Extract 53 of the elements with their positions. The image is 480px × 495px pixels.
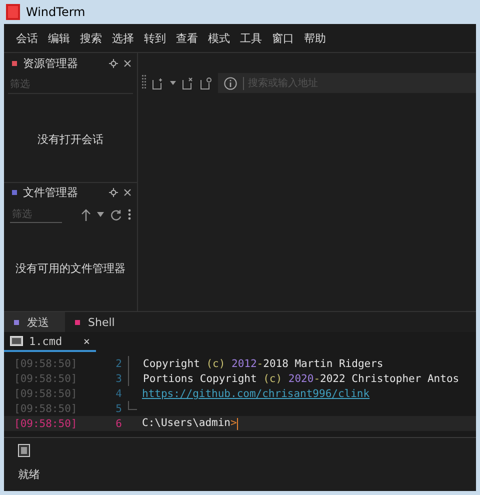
menu-item[interactable]: 选择 (112, 30, 134, 46)
close-tab-icon[interactable] (182, 76, 194, 90)
menu-item[interactable]: 会话 (16, 30, 38, 46)
app-logo-icon (6, 4, 20, 20)
menu-item[interactable]: 工具 (240, 30, 262, 46)
terminal-output: C:\Users\admin> (141, 417, 238, 430)
tab-label: 发送 (27, 314, 49, 330)
terminal-output: https://github.com/chrisant996/clink (141, 388, 370, 400)
status-text: 就绪 (18, 467, 41, 482)
panel-title: 文件管理器 (23, 185, 79, 200)
info-icon[interactable] (224, 76, 237, 90)
panel-tab[interactable]: 发送 (4, 312, 65, 332)
line-number: 3 (114, 372, 122, 384)
line-number: 6 (114, 418, 122, 430)
empty-message: 没有打开会话 (38, 132, 104, 147)
terminal-output: Copyright (c) 2012-2018 Martin Ridgers (142, 358, 384, 370)
menu-item[interactable]: 查看 (176, 30, 198, 46)
duplicate-tab-icon[interactable] (200, 76, 212, 90)
refresh-icon[interactable] (110, 208, 122, 220)
settings-icon[interactable] (109, 58, 118, 68)
up-arrow-icon[interactable] (81, 208, 91, 222)
timestamp: [09:58:50] (13, 358, 78, 370)
timestamp: [09:58:50] (13, 388, 78, 400)
caret-icon[interactable] (97, 212, 104, 217)
line-number: 4 (114, 388, 122, 400)
timestamp: [09:58:50] (13, 402, 78, 414)
panel-title: 资源管理器 (23, 56, 79, 70)
close-button[interactable]: × (83, 334, 90, 348)
line-number: 5 (114, 402, 122, 414)
menu-item[interactable]: 窗口 (272, 30, 294, 46)
line-number: 2 (114, 358, 122, 370)
caret-icon[interactable] (170, 81, 176, 85)
close-icon[interactable] (124, 189, 131, 196)
window-title: WindTerm (26, 5, 86, 19)
terminal-icon (10, 336, 23, 346)
drag-handle-icon[interactable] (142, 75, 146, 91)
menu-item[interactable]: 帮助 (304, 30, 326, 46)
menu-item[interactable]: 模式 (208, 30, 230, 46)
window-icon[interactable] (18, 444, 30, 457)
menu-item[interactable]: 编辑 (48, 30, 70, 46)
timestamp: [09:58:50] (13, 372, 78, 384)
tab-label: 1.cmd (29, 334, 62, 348)
terminal-output: Portions Copyright (c) 2020-2022 Christopher Antos (142, 372, 460, 384)
menu-item[interactable]: 转到 (144, 30, 166, 46)
menu-item[interactable]: 搜索 (80, 30, 102, 46)
close-icon[interactable] (124, 60, 131, 66)
empty-message: 没有可用的文件管理器 (16, 261, 126, 276)
tab-label: Shell (88, 316, 115, 328)
timestamp: [09:58:50] (13, 418, 78, 430)
panel-tab[interactable]: Shell (65, 312, 131, 332)
more-icon[interactable] (128, 209, 131, 220)
new-tab-icon[interactable] (152, 76, 164, 90)
settings-icon[interactable] (109, 188, 118, 197)
